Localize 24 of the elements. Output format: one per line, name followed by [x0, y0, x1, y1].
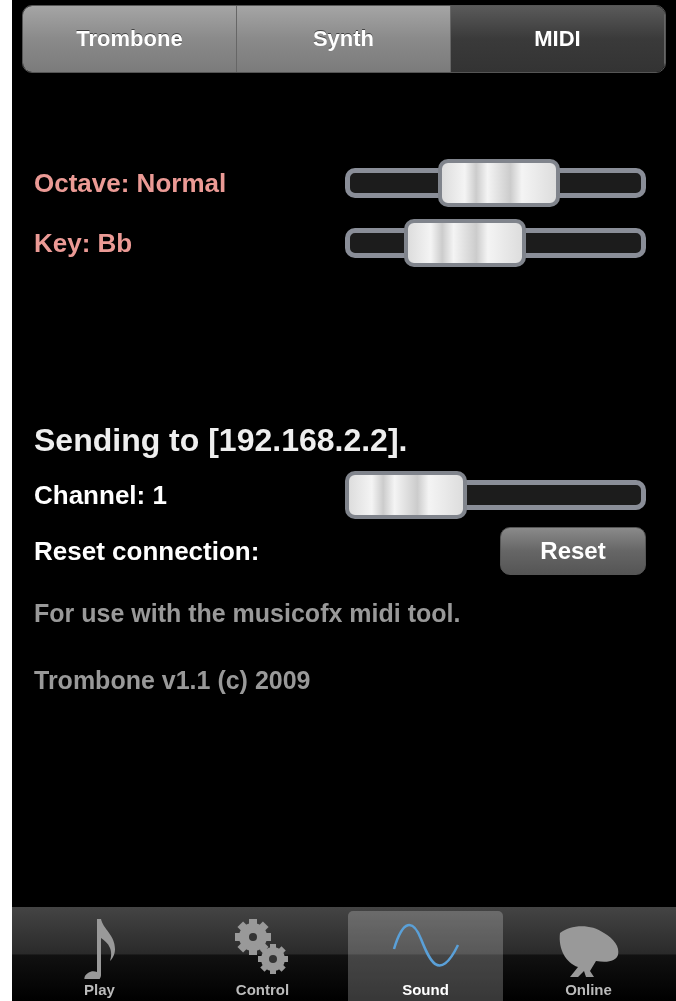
- music-note-icon: [82, 917, 117, 979]
- tab-bar-item[interactable]: Online: [511, 911, 666, 1001]
- tab-bar-item[interactable]: Control: [185, 911, 340, 1001]
- sending-status: Sending to [192.168.2.2].: [33, 422, 409, 459]
- slider-thumb[interactable]: [404, 219, 527, 267]
- version-text: Trombone v1.1 (c) 2009: [33, 666, 312, 695]
- tab-label: Play: [84, 981, 115, 998]
- slider-label: Key: Bb: [34, 227, 133, 259]
- slider-label: Octave: Normal: [34, 167, 227, 199]
- segment-tab[interactable]: MIDI: [451, 6, 665, 72]
- tab-bar-item[interactable]: Sound: [348, 911, 503, 1001]
- channel-label: Channel: 1: [34, 479, 167, 511]
- slider[interactable]: [345, 471, 646, 519]
- reset-button[interactable]: Reset: [500, 527, 646, 575]
- info-text: For use with the musicofx midi tool.: [33, 599, 462, 628]
- slider-thumb[interactable]: [438, 159, 561, 207]
- slider-thumb[interactable]: [345, 471, 467, 519]
- tab-label: Control: [235, 981, 290, 998]
- tab-label: Online: [565, 981, 612, 998]
- slider[interactable]: [345, 159, 646, 207]
- reset-label: Reset connection:: [34, 535, 260, 567]
- tab-bar-item[interactable]: Play: [22, 911, 177, 1001]
- slider[interactable]: [345, 219, 646, 267]
- tab-label: Sound: [402, 981, 449, 998]
